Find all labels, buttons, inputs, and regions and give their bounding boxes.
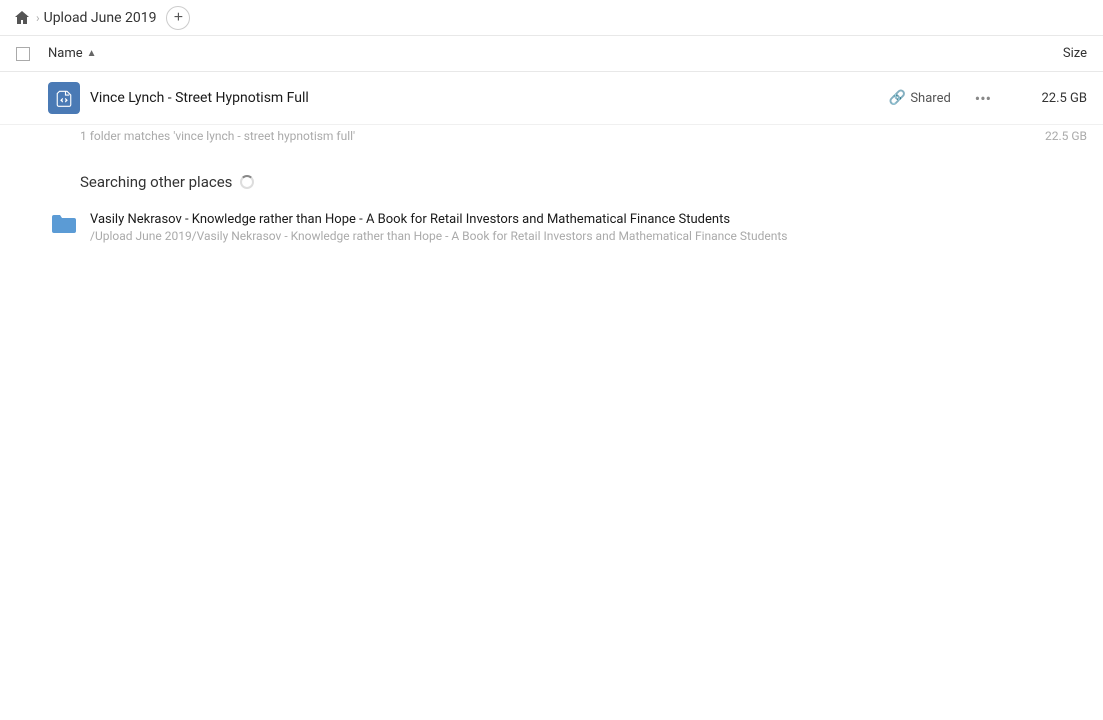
shared-badge: 🔗 Shared	[889, 90, 951, 106]
other-result-name: Vasily Nekrasov - Knowledge rather than …	[90, 212, 1087, 227]
file-icon	[48, 82, 80, 114]
main-result-row[interactable]: Vince Lynch - Street Hypnotism Full 🔗 Sh…	[0, 72, 1103, 125]
home-icon[interactable]	[12, 8, 32, 28]
result-name: Vince Lynch - Street Hypnotism Full	[90, 90, 889, 106]
other-result-text: Vasily Nekrasov - Knowledge rather than …	[90, 212, 1087, 243]
breadcrumb-title: Upload June 2019	[44, 10, 157, 26]
select-all-checkbox[interactable]	[16, 47, 30, 61]
match-hint-size: 22.5 GB	[1045, 129, 1087, 143]
other-result-row[interactable]: Vasily Nekrasov - Knowledge rather than …	[0, 203, 1103, 251]
breadcrumb-bar: › Upload June 2019 +	[0, 0, 1103, 36]
other-places-header: Searching other places	[0, 153, 1103, 203]
folder-icon-wrap	[48, 211, 80, 243]
other-result-path: /Upload June 2019/Vasily Nekrasov - Know…	[90, 229, 1087, 243]
name-column-header[interactable]: Name ▲	[48, 46, 1007, 61]
link-icon: 🔗	[889, 90, 906, 106]
breadcrumb-arrow: ›	[36, 11, 40, 25]
header-checkbox-area[interactable]	[16, 47, 40, 61]
file-size: 22.5 GB	[1007, 91, 1087, 106]
match-hint-container: 1 folder matches 'vince lynch - street h…	[0, 125, 1103, 153]
column-header-row: Name ▲ Size	[0, 36, 1103, 72]
loading-spinner	[240, 175, 254, 189]
size-header-label: Size	[1063, 46, 1087, 61]
shared-label: Shared	[910, 91, 950, 106]
other-places-title: Searching other places	[80, 173, 232, 191]
add-button[interactable]: +	[166, 6, 190, 30]
name-header-label: Name	[48, 46, 83, 61]
folder-icon	[50, 212, 78, 242]
more-options-icon[interactable]: •••	[967, 85, 999, 112]
sort-arrow-icon: ▲	[87, 48, 97, 59]
match-hint-text: 1 folder matches 'vince lynch - street h…	[80, 129, 355, 143]
size-column-header[interactable]: Size	[1007, 46, 1087, 61]
